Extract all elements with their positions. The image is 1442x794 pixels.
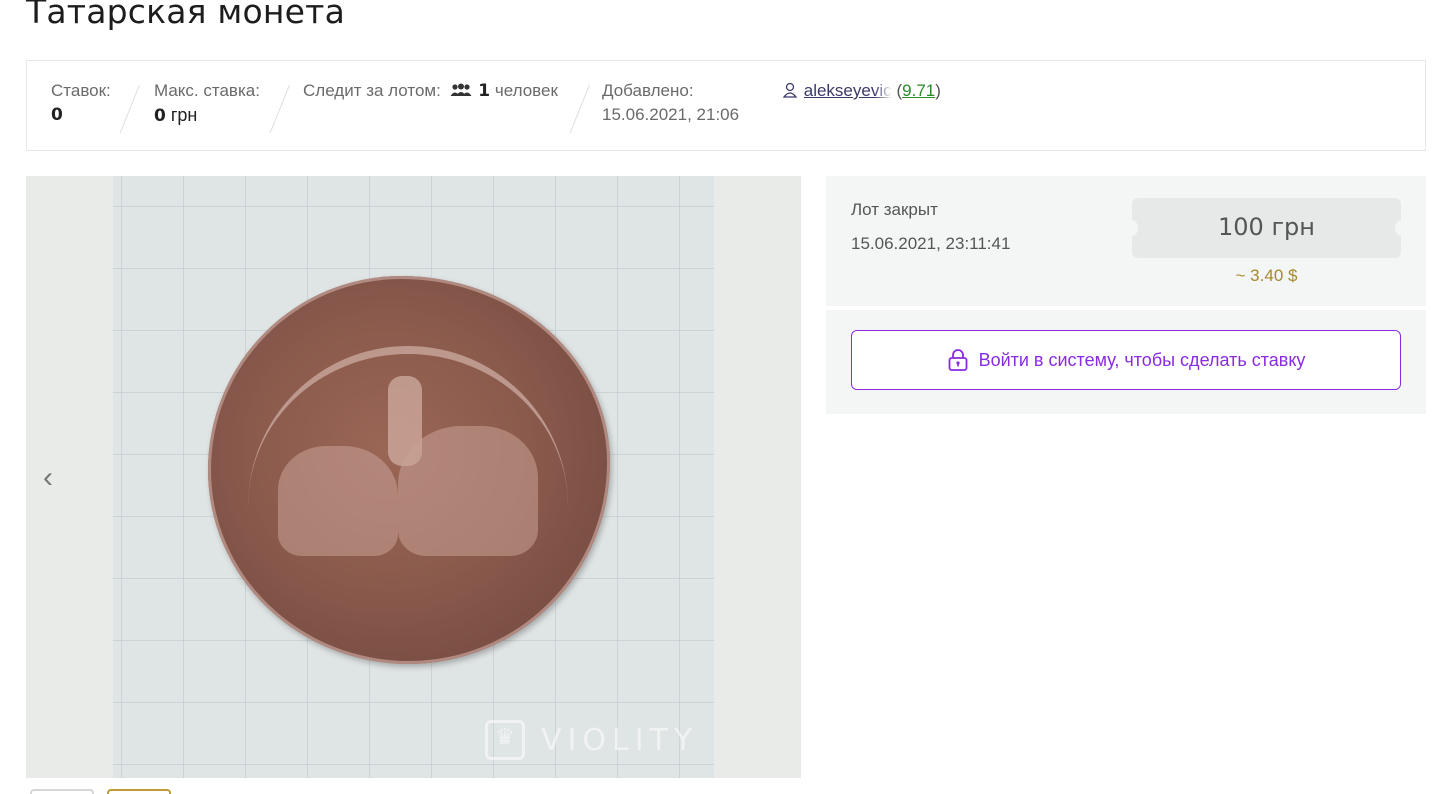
coin-image [208,276,610,664]
people-icon [450,83,472,96]
added-stat: Добавлено: 15.06.2021, 21:06 [602,81,739,125]
bids-label: Ставок: [51,81,111,100]
lot-closed-at: 15.06.2021, 23:11:41 [851,234,1011,253]
watchers-count: 1 [478,81,491,101]
max-bid-stat: Макс. ставка: 0 грн [154,81,260,126]
watchers-unit: человек [494,81,558,100]
seller-rating-link[interactable]: 9.71 [902,81,935,100]
crown-icon [485,720,525,760]
price-usd: ~ 3.40 $ [1235,266,1298,285]
seller-username-link[interactable]: alekseyevic [804,81,892,101]
divider [119,85,140,133]
page-title: Татарская монета [26,0,346,31]
user-icon [782,82,798,98]
bids-value: 0 [51,105,63,125]
max-bid-currency: грн [165,105,198,125]
seller-info: alekseyevic (9.71) [782,81,941,101]
lot-photo[interactable]: VIOLITY [113,176,714,778]
divider [569,85,590,133]
added-label: Добавлено: [602,81,694,100]
login-to-bid-label: Войти в систему, чтобы сделать ставку [978,349,1306,370]
watermark-text: VIOLITY [541,722,699,758]
bids-stat: Ставок: 0 [51,81,111,125]
lot-stats-bar: Ставок: 0 Макс. ставка: 0 грн Следит за … [26,60,1426,151]
thumbnail-active[interactable] [107,789,171,794]
added-value: 15.06.2021, 21:06 [602,105,740,124]
rating-close: ) [935,81,941,100]
max-bid-label: Макс. ставка: [154,81,260,100]
final-price: 100 грн [1126,198,1407,258]
divider [269,85,290,133]
watchers-label: Следит за лотом: [303,81,441,100]
chevron-left-icon[interactable]: ‹ [36,461,60,495]
watchers-stat: Следит за лотом: 1 человек [303,81,558,101]
lock-icon [948,349,967,371]
watermark: VIOLITY [485,720,698,760]
bid-panel: Лот закрыт 15.06.2021, 23:11:41 100 грн … [826,176,1426,306]
image-gallery: ‹ VIOLITY [26,176,801,778]
lot-status: Лот закрыт [851,200,938,219]
login-panel: Войти в систему, чтобы сделать ставку [826,310,1426,414]
max-bid-value: 0 [154,106,166,126]
login-to-bid-button[interactable]: Войти в систему, чтобы сделать ставку [851,330,1401,390]
thumbnail[interactable] [30,789,94,794]
